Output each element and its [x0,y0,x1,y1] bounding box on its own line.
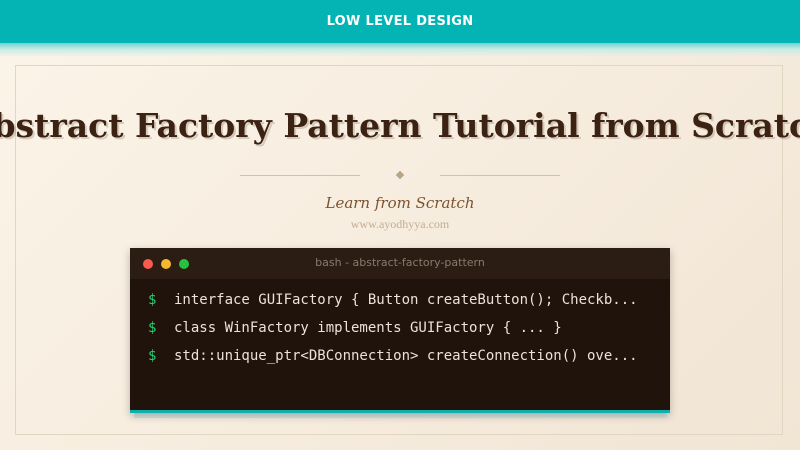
category-label: LOW LEVEL DESIGN [326,14,474,29]
divider-line-right [440,175,560,176]
top-banner: LOW LEVEL DESIGN [0,0,800,43]
banner-fade [0,43,800,57]
terminal-title-bar: bash - abstract-factory-pattern [130,248,670,279]
prompt-symbol: $ [148,348,157,364]
divider-diamond-icon [395,170,405,180]
prompt-symbol: $ [148,320,157,336]
terminal-line: $ interface GUIFactory { Button createBut… [148,292,663,308]
code-text: class WinFactory implements GUIFactory {… [174,320,562,336]
terminal-line: $ std::unique_ptr<DBConnection> createCon… [148,348,663,364]
code-text: std::unique_ptr<DBConnection> createConn… [174,348,638,364]
page-subtitle: Learn from Scratch [325,194,475,212]
terminal-window: bash - abstract-factory-pattern $ interfa… [130,248,670,413]
terminal-title: bash - abstract-factory-pattern [315,256,485,269]
divider-line-left [240,175,360,176]
website-url: www.ayodhyya.com [350,217,450,231]
code-text: interface GUIFactory { Button createButt… [174,292,638,308]
terminal-line: $ class WinFactory implements GUIFactory … [148,320,663,336]
page-title: Abstract Factory Pattern Tutorial from S… [0,106,800,145]
prompt-symbol: $ [148,292,157,308]
